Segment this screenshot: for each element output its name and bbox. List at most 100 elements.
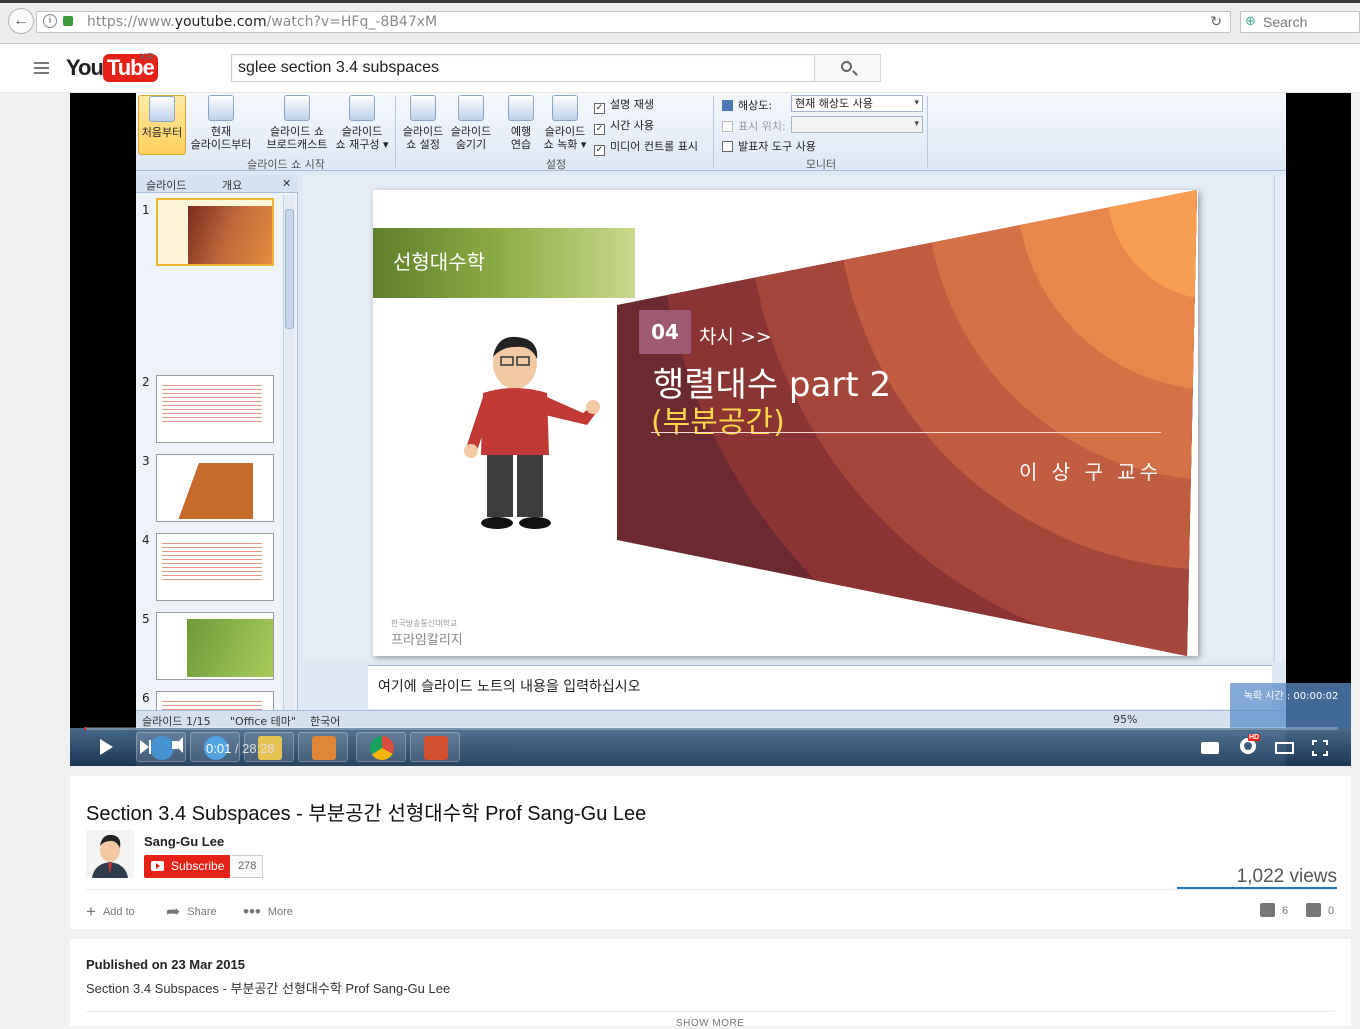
address-bar[interactable]: i https://www.youtube.com/watch?v=HFq_-8… (36, 11, 1231, 33)
slide-thumbnail[interactable] (156, 533, 274, 601)
play-icon[interactable] (100, 739, 113, 755)
checkbox-media-controls[interactable]: ✓ 미디어 컨트롤 표시 (594, 138, 698, 156)
logo-small-text: 한국방송통신대학교 (391, 619, 458, 628)
presenter-view-label: 발표자 도구 사용 (738, 140, 816, 153)
current-slide[interactable]: 선형대수학 04 차시 >> 행렬대수 part 2 (부분공간) 이 상 구 … (373, 190, 1198, 656)
slide-thumbnail[interactable] (156, 375, 274, 443)
search-engine-icon[interactable]: ⊕ (1245, 14, 1259, 28)
thumbnail-number: 5 (142, 612, 150, 626)
group-divider (395, 96, 396, 168)
resolution-dropdown[interactable]: 현재 해상도 사용 (791, 95, 923, 112)
show-on-row: 표시 위치: (722, 118, 786, 134)
record-label-1: 슬라이드 (544, 125, 586, 138)
hide-slide-icon (458, 95, 484, 121)
menu-icon[interactable] (34, 62, 49, 74)
player-controls: 0:01 / 28:28 HD (70, 730, 1351, 766)
add-to-label: Add to (102, 906, 135, 918)
channel-name[interactable]: Sang-Gu Lee (144, 834, 224, 849)
dislike-button[interactable]: 0 (1306, 903, 1334, 917)
channel-avatar[interactable] (86, 830, 134, 878)
checkbox-checked-icon: ✓ (594, 124, 605, 135)
group-divider (927, 96, 928, 168)
pane-tabs: 슬라이드 개요 ✕ (136, 175, 298, 193)
theater-mode-icon[interactable] (1275, 742, 1294, 754)
from-beginning-label: 처음부터 (141, 126, 183, 139)
checkbox-presenter-view[interactable]: 발표자 도구 사용 (722, 138, 816, 154)
more-button[interactable]: ••• More (243, 902, 293, 922)
subscribe-label: Subscribe (171, 859, 225, 873)
dislike-count: 0 (1328, 905, 1335, 917)
checkbox-narration[interactable]: ✓ 설명 재생 (594, 96, 654, 114)
more-label: More (267, 906, 293, 918)
slide-thumbnail[interactable] (156, 198, 274, 266)
checkbox-timing[interactable]: ✓ 시간 사용 (594, 117, 654, 135)
youtube-search-input[interactable]: sglee section 3.4 subspaces (231, 54, 815, 82)
browser-search-input[interactable]: ⊕ Search (1240, 11, 1360, 33)
thumbnail-number: 6 (142, 691, 150, 705)
ribbon-from-current[interactable]: 현재 슬라이드부터 (186, 95, 256, 151)
projector-icon (149, 96, 175, 122)
slide-divider (651, 432, 1161, 433)
like-button[interactable]: 6 (1260, 903, 1288, 917)
subscribe-button[interactable]: Subscribe (144, 855, 231, 878)
setup-label-1: 슬라이드 (402, 125, 444, 138)
slide-scrollbar[interactable] (1274, 175, 1286, 662)
close-icon[interactable]: ✕ (282, 177, 291, 190)
logo-text: 프라임칼리지 (391, 633, 463, 648)
ribbon-record-show[interactable]: 슬라이드 쇼 녹화 ▾ (539, 95, 591, 151)
youtube-header: You Tube KR sglee section 3.4 subspaces (0, 44, 1360, 93)
slide-thumbnail[interactable] (156, 612, 274, 680)
captions-icon[interactable] (1201, 742, 1219, 754)
video-description-card: Published on 23 Mar 2015 Section 3.4 Sub… (70, 939, 1351, 1029)
time-display: 0:01 / 28:28 (206, 741, 275, 756)
add-to-button[interactable]: + Add to (86, 902, 135, 922)
slide-lesson-number: 04 (639, 310, 691, 354)
youtube-logo[interactable]: You Tube KR (66, 52, 158, 82)
checkbox-checked-icon: ✓ (594, 103, 605, 114)
status-zoom: 95% (1113, 713, 1138, 726)
info-icon[interactable]: i (43, 14, 57, 28)
ribbon-hide-slide[interactable]: 슬라이드 숨기기 (447, 95, 495, 151)
slide-thumbnail[interactable] (156, 454, 274, 522)
tab-outline[interactable]: 개요 (222, 177, 242, 193)
hide-label-2: 숨기기 (455, 138, 487, 151)
video-player[interactable]: 처음부터 현재 슬라이드부터 슬라이드 쇼 브로드캐스트 슬라이드 쇼 재구성 … (70, 93, 1351, 766)
next-icon[interactable] (140, 740, 151, 754)
lock-icon (63, 16, 73, 26)
youtube-search-button[interactable] (814, 54, 881, 82)
show-more-button[interactable]: SHOW MORE (676, 1018, 744, 1029)
timing-label: 시간 사용 (610, 119, 654, 132)
rehearse-label-2: 연습 (510, 138, 532, 151)
browser-search-placeholder: Search (1263, 14, 1308, 30)
current-label-1: 현재 (210, 125, 232, 138)
notes-input[interactable]: 여기에 슬라이드 노트의 내용을 입력하십시오 (368, 665, 1272, 709)
monitor-icon (722, 121, 733, 132)
rehearse-label-1: 예행 (510, 125, 532, 138)
thumbs-down-icon (1306, 903, 1321, 917)
show-on-label: 표시 위치: (738, 120, 786, 133)
ribbon-custom-show[interactable]: 슬라이드 쇼 재구성 ▾ (332, 95, 392, 151)
thumbnail-scrollbar[interactable] (283, 195, 295, 725)
recording-overlay: 녹화 시간 : 00:00:02 (1230, 683, 1351, 731)
ribbon-from-beginning[interactable]: 처음부터 (138, 95, 186, 155)
ribbon-broadcast[interactable]: 슬라이드 쇼 브로드캐스트 (262, 95, 332, 151)
group-label-setup: 설정 (545, 158, 567, 171)
scroll-thumb[interactable] (285, 209, 294, 329)
ribbon-setup-show[interactable]: 슬라이드 쇼 설정 (399, 95, 447, 151)
volume-icon[interactable] (172, 737, 183, 753)
slide-professor: 이 상 구 교수 (1019, 460, 1163, 484)
tab-slides[interactable]: 슬라이드 (146, 177, 186, 193)
ribbon-rehearse[interactable]: 예행 연습 (503, 95, 539, 151)
cartoon-professor-image (464, 336, 600, 529)
slide-header-text: 선형대수학 (393, 250, 485, 274)
custom-label-1: 슬라이드 (341, 125, 383, 138)
monitor-icon (722, 100, 733, 111)
show-on-dropdown[interactable] (791, 116, 923, 133)
share-button[interactable]: ➦ Share (166, 902, 217, 922)
reload-icon[interactable]: ↻ (1210, 12, 1222, 32)
back-arrow-icon[interactable]: ← (8, 8, 34, 34)
narration-label: 설명 재생 (610, 98, 654, 111)
record-label-2: 쇼 녹화 ▾ (543, 138, 587, 151)
group-label-start: 슬라이드 쇼 시작 (247, 158, 325, 171)
fullscreen-icon[interactable] (1312, 740, 1328, 756)
